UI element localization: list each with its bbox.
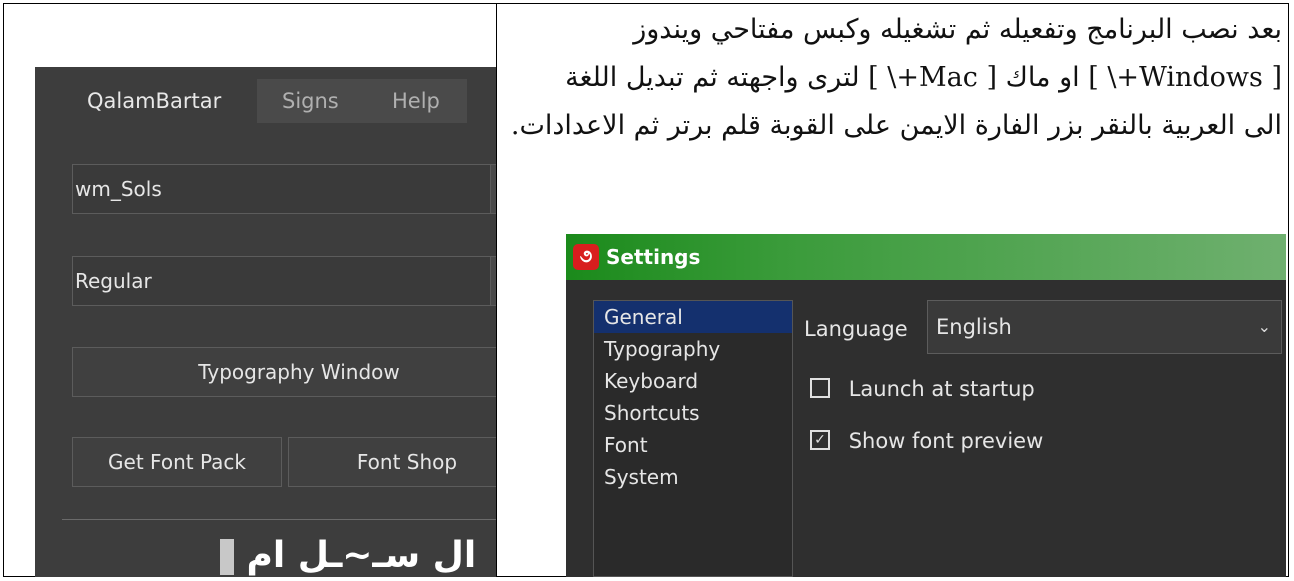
- typography-window-button[interactable]: Typography Window: [72, 347, 496, 397]
- show-font-preview-label: Show font preview: [848, 429, 1044, 453]
- chevron-down-icon[interactable]: ⌄: [490, 257, 496, 305]
- chevron-down-icon[interactable]: ⌄: [1258, 301, 1271, 353]
- style-select[interactable]: Regular ⌄: [72, 256, 496, 306]
- font-preview: ال سـ~ـل ام: [220, 535, 476, 577]
- settings-title: Settings: [606, 245, 701, 269]
- text-cursor: [220, 539, 234, 575]
- tab-qalambartar[interactable]: QalamBartar: [87, 79, 221, 123]
- font-shop-button[interactable]: Font Shop: [288, 437, 496, 487]
- panel-separator: [62, 519, 496, 520]
- app-logo-icon: ૭: [573, 244, 599, 270]
- tab-bar: QalamBartar Signs Help: [35, 67, 496, 135]
- settings-titlebar: ૭ Settings: [566, 234, 1286, 280]
- launch-at-startup-label: Launch at startup: [848, 377, 1035, 401]
- settings-dialog: ૭ Settings General Typography Keyboard S…: [566, 234, 1286, 577]
- instruction-line-3: الى العربية بالنقر بزر الفارة الايمن على…: [510, 110, 1282, 141]
- nav-item-shortcuts[interactable]: Shortcuts: [594, 397, 792, 429]
- show-font-preview-row[interactable]: ✓ Show font preview: [810, 424, 1043, 458]
- nav-item-font[interactable]: Font: [594, 429, 792, 461]
- get-font-pack-button[interactable]: Get Font Pack: [72, 437, 282, 487]
- tab-signs[interactable]: Signs: [282, 79, 339, 123]
- font-preview-text: ال سـ~ـل ام: [246, 535, 477, 576]
- language-label: Language: [804, 317, 908, 341]
- font-select-value: wm_Sols: [75, 177, 162, 201]
- language-select[interactable]: English ⌄: [927, 300, 1282, 354]
- settings-nav: General Typography Keyboard Shortcuts Fo…: [593, 300, 793, 577]
- instruction-line-1: بعد نصب البرنامج وتفعيله ثم تشغيله وكبس …: [633, 14, 1282, 45]
- instruction-line-2: [ Windows+\ ] او ماك [ Mac+\ ] لترى واجه…: [565, 62, 1282, 93]
- launch-at-startup-row[interactable]: Launch at startup: [810, 372, 1035, 406]
- nav-item-general[interactable]: General: [594, 301, 792, 333]
- launch-at-startup-checkbox[interactable]: [810, 378, 830, 398]
- style-select-value: Regular: [75, 269, 152, 293]
- nav-item-system[interactable]: System: [594, 461, 792, 493]
- show-font-preview-checkbox[interactable]: ✓: [810, 430, 830, 450]
- nav-item-keyboard[interactable]: Keyboard: [594, 365, 792, 397]
- font-select[interactable]: wm_Sols ⌄: [72, 164, 496, 214]
- column-divider: [496, 3, 497, 577]
- tab-help[interactable]: Help: [392, 79, 440, 123]
- chevron-down-icon[interactable]: ⌄: [490, 165, 496, 213]
- qalambartar-panel: QalamBartar Signs Help wm_Sols ⌄ Regular…: [35, 67, 496, 577]
- language-select-value: English: [936, 315, 1012, 339]
- nav-item-typography[interactable]: Typography: [594, 333, 792, 365]
- instructions-text: بعد نصب البرنامج وتفعيله ثم تشغيله وكبس …: [508, 6, 1282, 150]
